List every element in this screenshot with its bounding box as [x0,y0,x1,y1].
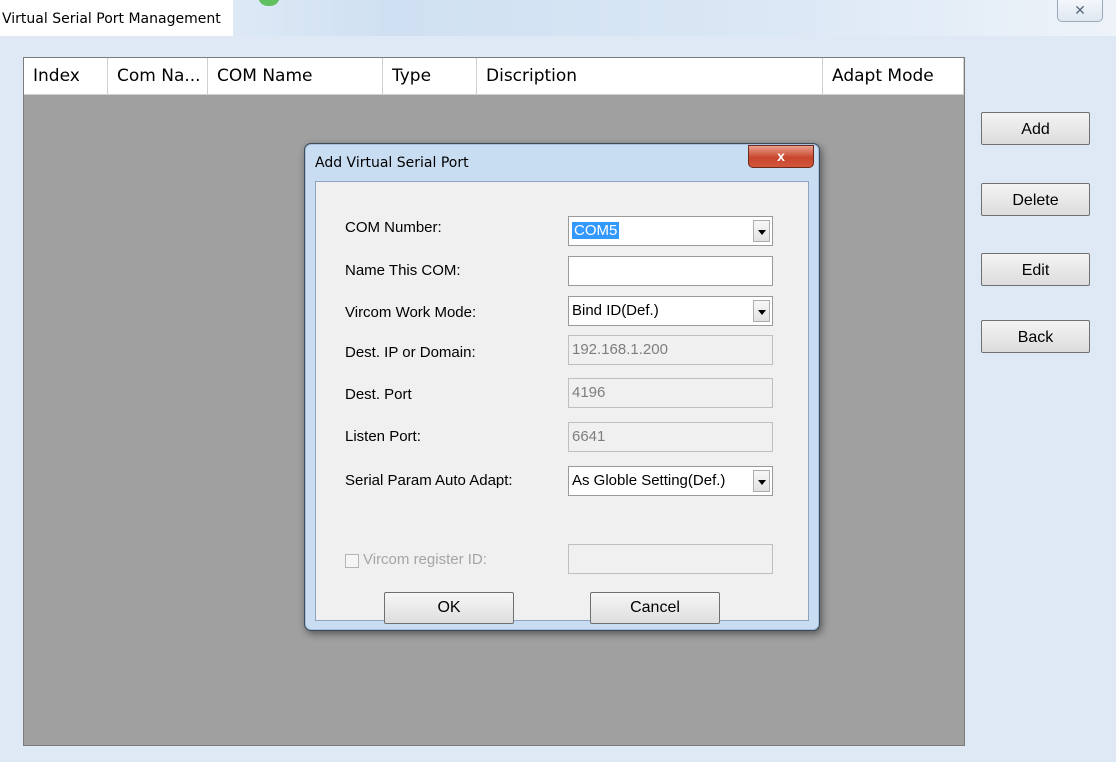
com-number-value: COM5 [572,222,620,239]
dest-ip-input[interactable]: 192.168.1.200 [568,335,773,365]
listen-port-label: Listen Port: [345,428,421,445]
chevron-down-icon[interactable] [753,300,770,322]
ok-button[interactable]: OK [384,592,514,624]
dest-port-input[interactable]: 4196 [568,378,773,408]
window-title: Virtual Serial Port Management [0,0,233,36]
work-mode-select[interactable]: Bind ID(Def.) [568,296,773,326]
window-close-button[interactable]: ✕ [1057,0,1103,22]
status-dot [258,0,280,6]
column-header-com-name[interactable]: COM Name [208,58,383,94]
back-button[interactable]: Back [981,320,1090,353]
dialog-close-button[interactable]: x [748,145,814,168]
auto-adapt-value: As Globle Setting(Def.) [572,472,726,489]
register-id-checkbox[interactable] [345,554,359,568]
dialog-body: COM Number: COM5 Name This COM: Vircom W… [315,181,809,624]
name-com-input[interactable] [568,256,773,286]
work-mode-value: Bind ID(Def.) [572,302,659,319]
cancel-button[interactable]: Cancel [590,592,720,624]
auto-adapt-label: Serial Param Auto Adapt: [345,472,513,489]
chevron-down-icon[interactable] [753,470,770,492]
column-header-description[interactable]: Discription [477,58,823,94]
dest-ip-label: Dest. IP or Domain: [345,344,476,361]
add-button[interactable]: Add [981,112,1090,145]
add-port-dialog: Add Virtual Serial Port x COM Number: CO… [304,143,820,631]
window-titlebar: Virtual Serial Port Management ✕ [0,0,1116,36]
column-header-index[interactable]: Index [24,58,108,94]
dest-port-label: Dest. Port [345,386,412,403]
register-id-label: Vircom register ID: [363,551,487,568]
register-id-input[interactable] [568,544,773,574]
list-header: Index Com Na... COM Name Type Discriptio… [24,58,964,95]
column-header-adapt-mode[interactable]: Adapt Mode [823,58,964,94]
name-com-label: Name This COM: [345,262,461,279]
column-header-type[interactable]: Type [383,58,477,94]
chevron-down-icon[interactable] [753,220,770,242]
work-mode-label: Vircom Work Mode: [345,304,477,321]
auto-adapt-select[interactable]: As Globle Setting(Def.) [568,466,773,496]
edit-button[interactable]: Edit [981,253,1090,286]
com-number-select[interactable]: COM5 [568,216,773,246]
com-number-label: COM Number: [345,219,442,236]
listen-port-input[interactable]: 6641 [568,422,773,452]
delete-button[interactable]: Delete [981,183,1090,216]
dialog-title: Add Virtual Serial Port [315,155,469,171]
column-header-com-number[interactable]: Com Na... [108,58,208,94]
